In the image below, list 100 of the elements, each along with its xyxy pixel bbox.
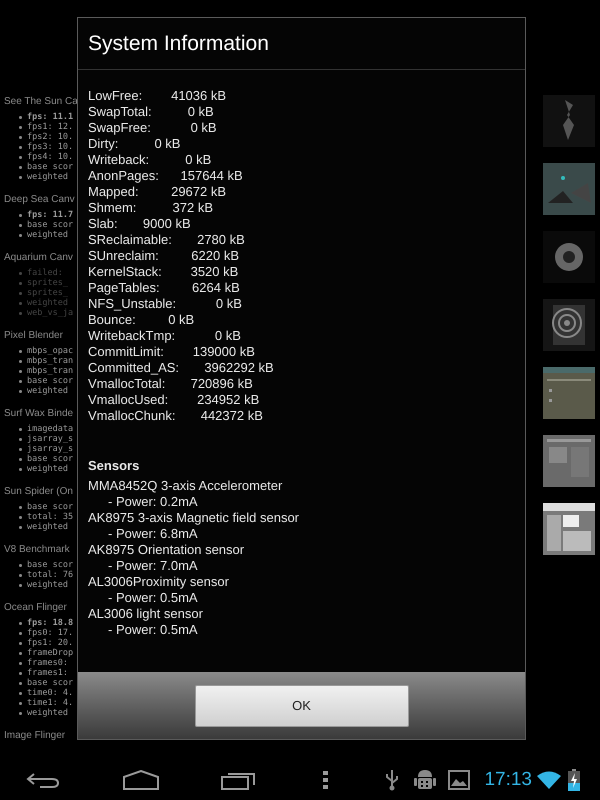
result-line: fps2: 10. bbox=[27, 132, 74, 142]
memory-info-line: SwapFree: 0 kB bbox=[88, 120, 218, 136]
bullet-icon bbox=[19, 360, 22, 362]
memory-info-line: SwapTotal: 0 kB bbox=[88, 104, 215, 120]
result-line: fps: 18.8 bbox=[27, 618, 74, 628]
bullet-icon bbox=[19, 136, 22, 138]
bullet-icon bbox=[19, 516, 22, 518]
result-line: fps0: 17. bbox=[27, 628, 74, 638]
result-line: fps1: 12. bbox=[27, 122, 74, 132]
memory-info-line: LowFree: 41036 kB bbox=[88, 88, 228, 104]
sensor-name: AL3006Proximity sensor bbox=[88, 574, 230, 590]
result-line: weighted bbox=[27, 172, 68, 182]
memory-info-line: VmallocUsed: 234952 kB bbox=[88, 392, 260, 408]
bullet-icon bbox=[19, 682, 22, 684]
sensor-power: - Power: 0.5mA bbox=[107, 622, 199, 638]
bullet-icon bbox=[19, 156, 22, 158]
memory-info-line: Dirty: 0 kB bbox=[88, 136, 182, 152]
back-icon bbox=[26, 771, 60, 789]
memory-info-line: SUnreclaim: 6220 kB bbox=[88, 248, 240, 264]
usb-icon bbox=[384, 769, 400, 791]
result-line: frames0: bbox=[27, 658, 68, 668]
result-line: fps1: 20. bbox=[27, 638, 74, 648]
memory-info-line: KernelStack: 3520 kB bbox=[88, 264, 240, 280]
memory-info-line: SReclaimable: 2780 kB bbox=[88, 232, 246, 248]
memory-info-line: Committed_AS: 3962292 kB bbox=[88, 360, 275, 376]
result-line: time1: 4. bbox=[27, 698, 74, 708]
result-line: frames1: bbox=[27, 668, 68, 678]
result-line: fps3: 10. bbox=[27, 142, 74, 152]
result-line: jsarray_s bbox=[27, 434, 74, 444]
result-line: time0: 4. bbox=[27, 688, 74, 698]
bullet-icon bbox=[19, 584, 22, 586]
section-heading: Ocean Flinger bbox=[4, 601, 68, 615]
memory-info-line: WritebackTmp: 0 kB bbox=[88, 328, 242, 344]
result-line: weighted bbox=[27, 522, 68, 532]
bullet-icon bbox=[19, 702, 22, 704]
bullet-icon bbox=[19, 564, 22, 566]
bullet-icon bbox=[19, 672, 22, 674]
bullet-icon bbox=[19, 166, 22, 168]
memory-info-line: Slab: 9000 kB bbox=[88, 216, 192, 232]
result-line: sprites_ bbox=[27, 288, 68, 298]
memory-info-line: AnonPages: 157644 kB bbox=[88, 168, 244, 184]
memory-info-line: Shmem: 372 kB bbox=[88, 200, 214, 216]
result-line: web_vs_ja bbox=[27, 308, 74, 318]
bullet-icon bbox=[19, 428, 22, 430]
bullet-icon bbox=[19, 642, 22, 644]
memory-info-line: NFS_Unstable: 0 kB bbox=[88, 296, 243, 312]
clock: 17:13 bbox=[484, 768, 532, 792]
result-line: weighted bbox=[27, 580, 68, 590]
home-icon bbox=[122, 770, 160, 790]
result-line: base scor bbox=[27, 220, 74, 230]
section-heading: Pixel Blender bbox=[4, 329, 64, 343]
bullet-icon bbox=[19, 272, 22, 274]
sensor-power: - Power: 0.2mA bbox=[107, 494, 199, 510]
bullet-icon bbox=[19, 652, 22, 654]
sensor-name: AK8975 3-axis Magnetic field sensor bbox=[88, 510, 300, 526]
section-heading: Deep Sea Canv bbox=[4, 193, 76, 207]
bullet-icon bbox=[19, 176, 22, 178]
result-line: total: 76 bbox=[27, 570, 74, 580]
section-heading: Aquarium Canv bbox=[4, 251, 74, 265]
section-heading: See The Sun Ca bbox=[4, 95, 77, 109]
result-line: mbps_tran bbox=[27, 366, 74, 376]
sensors-heading: Sensors bbox=[88, 458, 140, 474]
result-line: sprites_ bbox=[27, 278, 68, 288]
bullet-icon bbox=[19, 574, 22, 576]
battery-charging-icon bbox=[568, 769, 580, 791]
section-heading: Surf Wax Binde bbox=[4, 407, 74, 421]
bullet-icon bbox=[19, 622, 22, 624]
bullet-icon bbox=[19, 350, 22, 352]
wifi-icon bbox=[536, 770, 562, 790]
bullet-icon bbox=[19, 370, 22, 372]
sensor-name: AL3006 light sensor bbox=[88, 606, 204, 622]
result-line: mbps_tran bbox=[27, 356, 74, 366]
bullet-icon bbox=[19, 224, 22, 226]
result-line: weighted bbox=[27, 298, 68, 308]
bullet-icon bbox=[19, 662, 22, 664]
sensor-name: AK8975 Orientation sensor bbox=[88, 542, 246, 558]
memory-info-line: Writeback: 0 kB bbox=[88, 152, 212, 168]
memory-info-line: Mapped: 29672 kB bbox=[88, 184, 228, 200]
memory-info-line: VmallocChunk: 442372 kB bbox=[88, 408, 264, 424]
bullet-icon bbox=[19, 126, 22, 128]
bullet-icon bbox=[19, 380, 22, 382]
result-line: mbps_opac bbox=[27, 346, 74, 356]
result-line: jsarray_s bbox=[27, 444, 74, 454]
result-line: weighted bbox=[27, 708, 68, 718]
home-button[interactable] bbox=[120, 768, 162, 792]
bullet-icon bbox=[19, 116, 22, 118]
bullet-icon bbox=[19, 458, 22, 460]
bullet-icon bbox=[19, 526, 22, 528]
result-line: imagedata bbox=[27, 424, 74, 434]
bullet-icon bbox=[19, 146, 22, 148]
menu-icon bbox=[323, 771, 329, 789]
result-line: base scor bbox=[27, 560, 74, 570]
memory-info-line: CommitLimit: 139000 kB bbox=[88, 344, 256, 360]
ok-button[interactable]: OK bbox=[194, 684, 408, 726]
result-line: base scor bbox=[27, 376, 74, 386]
bullet-icon bbox=[19, 448, 22, 450]
section-heading: Image Flinger bbox=[4, 729, 66, 743]
bullet-icon bbox=[19, 234, 22, 236]
result-line: fps: 11.1 bbox=[27, 112, 74, 122]
bullet-icon bbox=[19, 692, 22, 694]
